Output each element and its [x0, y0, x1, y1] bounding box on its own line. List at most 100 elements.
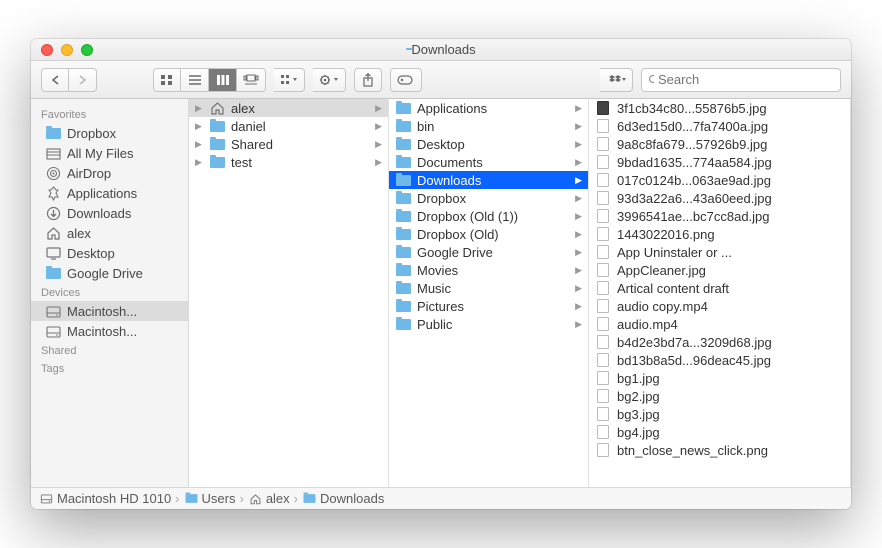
sidebar-section-header: Shared — [31, 341, 188, 359]
columns: ▶alex▶▶daniel▶▶Shared▶▶test▶Applications… — [189, 99, 851, 487]
path-segment[interactable]: Macintosh HD 1010 — [39, 491, 171, 506]
file-row[interactable]: bg4.jpg — [589, 423, 850, 441]
folder-row[interactable]: ▶alex▶ — [189, 99, 388, 117]
column-view-button[interactable] — [209, 68, 237, 92]
file-row[interactable]: Artical content draft — [589, 279, 850, 297]
file-row[interactable]: 1443022016.png — [589, 225, 850, 243]
row-label: 017c0124b...063ae9ad.jpg — [617, 173, 846, 188]
file-row[interactable]: 3996541ae...bc7cc8ad.jpg — [589, 207, 850, 225]
sidebar-item-label: Google Drive — [67, 266, 143, 281]
sidebar-item[interactable]: Dropbox — [31, 123, 188, 143]
file-row[interactable]: bg1.jpg — [589, 369, 850, 387]
file-icon — [595, 208, 611, 224]
share-button[interactable] — [354, 68, 382, 92]
search-field[interactable] — [641, 68, 841, 92]
folder-row[interactable]: Movies▶ — [389, 261, 588, 279]
folder-row[interactable]: Dropbox (Old)▶ — [389, 225, 588, 243]
sidebar-item[interactable]: Google Drive — [31, 263, 188, 283]
file-row[interactable]: b4d2e3bd7a...3209d68.jpg — [589, 333, 850, 351]
row-label: 9bdad1635...774aa584.jpg — [617, 155, 846, 170]
tags-button[interactable] — [390, 68, 422, 92]
forward-button[interactable] — [69, 68, 97, 92]
folder-row[interactable]: Google Drive▶ — [389, 243, 588, 261]
folder-row[interactable]: Applications▶ — [389, 99, 588, 117]
chevron-right-icon: ▶ — [575, 211, 584, 222]
back-button[interactable] — [41, 68, 69, 92]
file-row[interactable]: 6d3ed15d0...7fa7400a.jpg — [589, 117, 850, 135]
file-icon — [595, 262, 611, 278]
file-icon — [595, 298, 611, 314]
row-label: App Uninstaler or ... — [617, 245, 846, 260]
chevron-right-icon: ▶ — [575, 139, 584, 150]
sidebar-item[interactable]: alex — [31, 223, 188, 243]
file-row[interactable]: btn_close_news_click.png — [589, 441, 850, 459]
path-label: Users — [202, 491, 236, 506]
sidebar-item[interactable]: Downloads — [31, 203, 188, 223]
sidebar-item-label: Dropbox — [67, 126, 116, 141]
folder-row[interactable]: bin▶ — [389, 117, 588, 135]
row-label: daniel — [231, 119, 369, 134]
chevron-right-icon: ▶ — [575, 301, 584, 312]
search-icon — [648, 74, 654, 86]
file-row[interactable]: bg3.jpg — [589, 405, 850, 423]
list-view-button[interactable] — [181, 68, 209, 92]
folder-icon — [185, 494, 197, 503]
folder-icon — [395, 172, 411, 188]
folder-row[interactable]: Desktop ▶ — [389, 135, 588, 153]
sidebar-item[interactable]: All My Files — [31, 143, 188, 163]
folder-row[interactable]: Dropbox (Old (1))▶ — [389, 207, 588, 225]
file-icon — [595, 406, 611, 422]
file-row[interactable]: bd13b8a5d...96deac45.jpg — [589, 351, 850, 369]
action-button[interactable] — [313, 68, 346, 92]
folder-row[interactable]: Documents▶ — [389, 153, 588, 171]
chevron-right-icon: ▶ — [375, 139, 384, 150]
folder-row[interactable]: Downloads▶ — [389, 171, 588, 189]
file-row[interactable]: 9a8c8fa679...57926b9.jpg — [589, 135, 850, 153]
folder-icon — [395, 118, 411, 134]
file-row[interactable]: audio copy.mp4 — [589, 297, 850, 315]
path-segment[interactable]: alex — [248, 491, 290, 506]
folder-row[interactable]: ▶test▶ — [189, 153, 388, 171]
row-label: alex — [231, 101, 369, 116]
dropbox-button[interactable] — [600, 68, 633, 92]
folder-icon — [395, 208, 411, 224]
folder-row[interactable]: ▶Shared▶ — [189, 135, 388, 153]
chevron-right-icon: ▶ — [195, 121, 203, 132]
toolbar — [31, 61, 851, 99]
column: ▶alex▶▶daniel▶▶Shared▶▶test▶ — [189, 99, 389, 487]
search-input[interactable] — [658, 72, 834, 87]
row-label: Artical content draft — [617, 281, 846, 296]
file-row[interactable]: 3f1cb34c80...55876b5.jpg — [589, 99, 850, 117]
sidebar-section-header: Favorites — [31, 105, 188, 123]
folder-row[interactable]: Public▶ — [389, 315, 588, 333]
icon-view-button[interactable] — [153, 68, 181, 92]
file-row[interactable]: 93d3a22a6...43a60eed.jpg — [589, 189, 850, 207]
chevron-right-icon: ▶ — [575, 157, 584, 168]
file-row[interactable]: bg2.jpg — [589, 387, 850, 405]
file-row[interactable]: App Uninstaler or ... — [589, 243, 850, 261]
sidebar-item[interactable]: Macintosh... — [31, 321, 188, 341]
sidebar-item[interactable]: Desktop — [31, 243, 188, 263]
file-row[interactable]: 9bdad1635...774aa584.jpg — [589, 153, 850, 171]
folder-row[interactable]: Dropbox▶ — [389, 189, 588, 207]
arrange-button[interactable] — [274, 68, 305, 92]
folder-row[interactable]: ▶daniel▶ — [189, 117, 388, 135]
file-row[interactable]: 017c0124b...063ae9ad.jpg — [589, 171, 850, 189]
path-segment[interactable]: Downloads — [302, 491, 384, 506]
folder-row[interactable]: Pictures▶ — [389, 297, 588, 315]
all-files-icon — [45, 145, 61, 161]
folder-icon — [395, 316, 411, 332]
row-label: audio.mp4 — [617, 317, 846, 332]
sidebar-item[interactable]: Applications — [31, 183, 188, 203]
sidebar-item[interactable]: Macintosh... — [31, 301, 188, 321]
sidebar-item[interactable]: AirDrop — [31, 163, 188, 183]
coverflow-view-button[interactable] — [237, 68, 266, 92]
folder-icon — [45, 125, 61, 141]
file-row[interactable]: AppCleaner.jpg — [589, 261, 850, 279]
path-segment[interactable]: Users — [184, 491, 236, 506]
row-label: bg1.jpg — [617, 371, 846, 386]
file-row[interactable]: audio.mp4 — [589, 315, 850, 333]
row-label: Desktop — [417, 137, 569, 152]
folder-row[interactable]: Music▶ — [389, 279, 588, 297]
file-icon — [595, 424, 611, 440]
